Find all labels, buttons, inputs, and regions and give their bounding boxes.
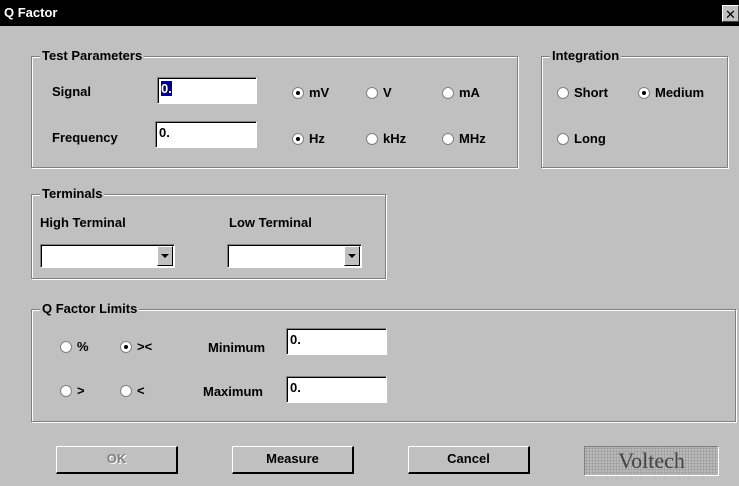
radio-unselected-icon (60, 340, 72, 353)
cancel-label: Cancel (447, 451, 490, 466)
cancel-button[interactable]: Cancel (408, 446, 530, 474)
radio-unselected-icon (442, 132, 454, 145)
q-factor-limits-group: Q Factor Limits (31, 301, 736, 422)
integration-legend: Integration (550, 48, 622, 63)
chevron-down-icon (161, 254, 169, 258)
low-terminal-label: Low Terminal (229, 215, 312, 230)
radio-limit-percent[interactable]: % (60, 339, 89, 354)
radio-label: Long (574, 131, 606, 146)
frequency-value: 0. (159, 125, 170, 140)
frequency-label: Frequency (52, 130, 118, 145)
radio-limit-less[interactable]: < (120, 383, 145, 398)
measure-label: Measure (266, 451, 319, 466)
radio-unselected-icon (366, 86, 378, 99)
radio-signal-mv[interactable]: mV (292, 85, 329, 100)
signal-input[interactable]: 0. (157, 77, 257, 104)
dropdown-button[interactable] (344, 246, 360, 266)
terminals-legend: Terminals (40, 186, 105, 201)
logo-text: Voltech (618, 448, 685, 473)
radio-label: MHz (459, 131, 486, 146)
close-icon: ✕ (725, 7, 736, 22)
test-parameters-group: Test Parameters (31, 48, 518, 168)
radio-label: < (137, 383, 145, 398)
radio-unselected-icon (557, 86, 569, 99)
radio-unselected-icon (120, 384, 132, 397)
radio-label: V (383, 85, 392, 100)
low-terminal-dropdown[interactable] (227, 244, 362, 268)
radio-limit-greater[interactable]: > (60, 383, 85, 398)
radio-label: mV (309, 85, 330, 100)
high-terminal-dropdown[interactable] (40, 244, 175, 268)
minimum-input[interactable]: 0. (286, 328, 387, 355)
radio-label: >< (137, 339, 153, 354)
radio-label: Medium (655, 85, 705, 100)
radio-frequency-khz[interactable]: kHz (366, 131, 406, 146)
radio-selected-icon (292, 86, 304, 99)
maximum-input[interactable]: 0. (286, 376, 387, 403)
radio-selected-icon (638, 86, 650, 99)
frequency-input[interactable]: 0. (155, 121, 257, 148)
radio-selected-icon (292, 132, 304, 145)
q-factor-limits-legend: Q Factor Limits (40, 301, 140, 316)
radio-label: Hz (309, 131, 325, 146)
signal-label: Signal (52, 84, 92, 99)
radio-unselected-icon (366, 132, 378, 145)
maximum-label: Maximum (203, 384, 263, 399)
radio-unselected-icon (442, 86, 454, 99)
radio-frequency-mhz[interactable]: MHz (442, 131, 486, 146)
radio-label: > (77, 383, 85, 398)
radio-label: mA (459, 85, 480, 100)
test-parameters-legend: Test Parameters (40, 48, 145, 63)
radio-unselected-icon (60, 384, 72, 397)
ok-label: OK (106, 451, 127, 466)
chevron-down-icon (348, 254, 356, 258)
radio-integration-long[interactable]: Long (557, 131, 606, 146)
minimum-label: Minimum (208, 340, 266, 355)
radio-limit-between[interactable]: >< (120, 339, 152, 354)
radio-signal-ma[interactable]: mA (442, 85, 480, 100)
window-title: Q Factor (4, 5, 58, 20)
radio-label: kHz (383, 131, 407, 146)
minimum-value: 0. (290, 332, 301, 347)
radio-frequency-hz[interactable]: Hz (292, 131, 325, 146)
voltech-logo: Voltech (584, 446, 719, 476)
radio-signal-v[interactable]: V (366, 85, 392, 100)
radio-integration-medium[interactable]: Medium (638, 85, 704, 100)
maximum-value: 0. (290, 380, 301, 395)
integration-group: Integration (541, 48, 728, 168)
close-button[interactable]: ✕ (722, 5, 739, 22)
radio-unselected-icon (557, 132, 569, 145)
high-terminal-label: High Terminal (40, 215, 126, 230)
dropdown-button[interactable] (157, 246, 173, 266)
radio-selected-icon (120, 340, 132, 353)
radio-label: % (77, 339, 89, 354)
ok-button[interactable]: OK (56, 446, 178, 474)
signal-value: 0. (161, 81, 172, 96)
title-bar: Q Factor ✕ (0, 0, 739, 26)
measure-button[interactable]: Measure (232, 446, 354, 474)
radio-integration-short[interactable]: Short (557, 85, 608, 100)
radio-label: Short (574, 85, 608, 100)
